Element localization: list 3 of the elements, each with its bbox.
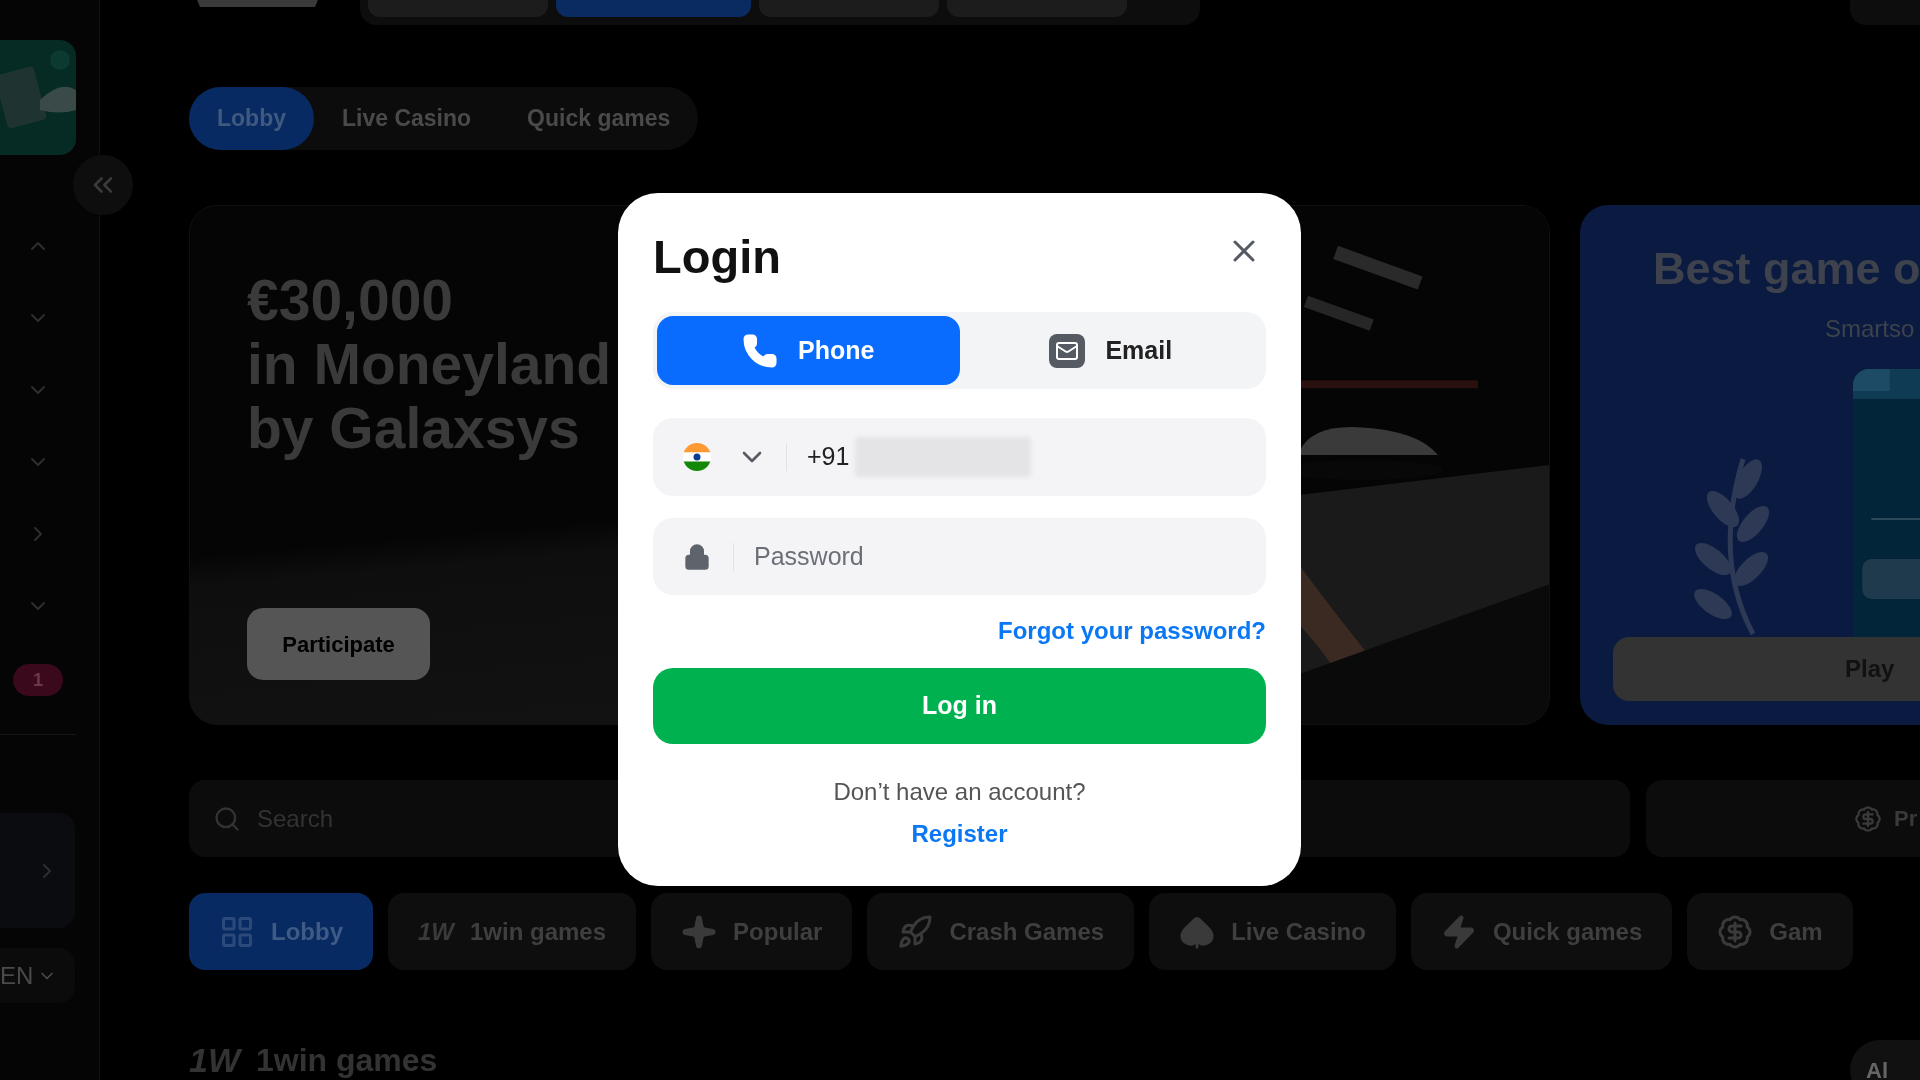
- country-code: +91: [807, 441, 850, 473]
- register-prompt: Don’t have an account?: [833, 777, 1086, 807]
- dialog-title: Login: [653, 229, 781, 285]
